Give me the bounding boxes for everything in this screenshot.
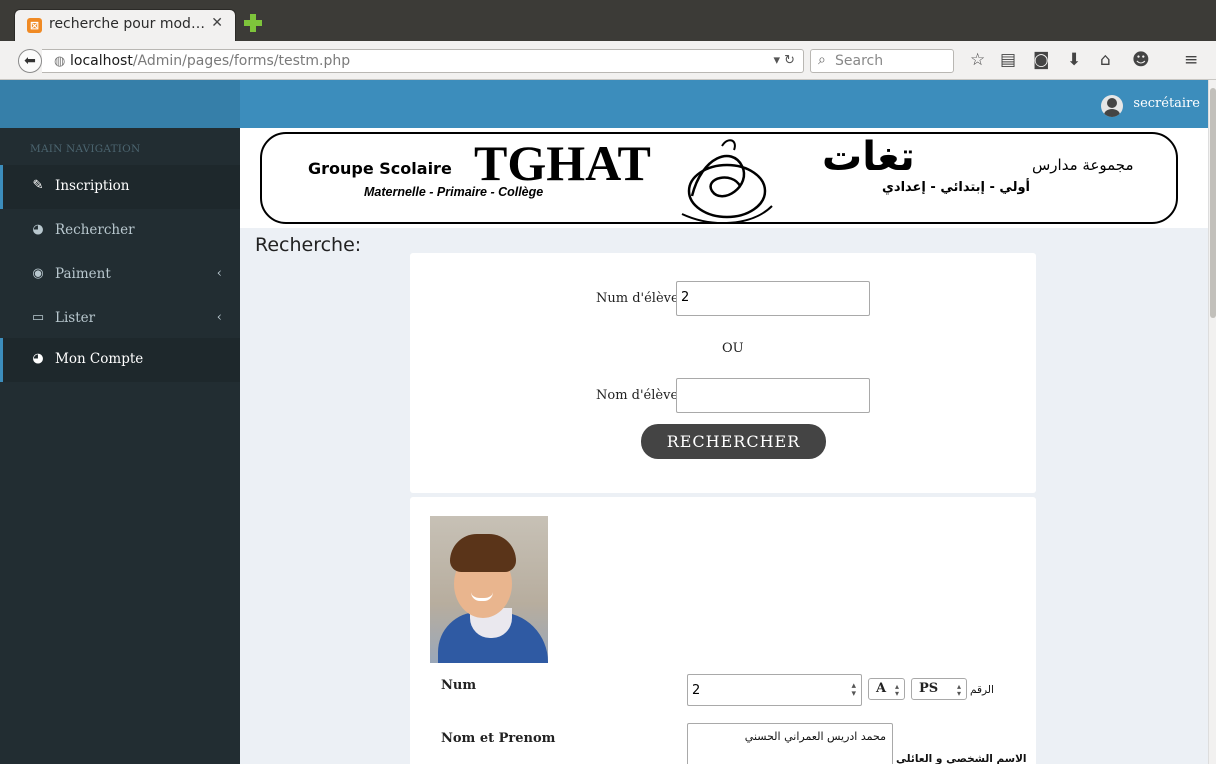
full-name-textarea[interactable]: محمد ادريس العمراني الحسني [687,723,893,764]
banner-frame: Groupe Scolaire TGHAT Maternelle - Prima… [260,132,1178,224]
banner-ar-name: تغات [822,134,915,180]
main-content: Groupe Scolaire TGHAT Maternelle - Prima… [240,128,1208,764]
sidebar-item-label: Inscription [55,178,130,194]
page-title: Recherche: [255,234,362,256]
new-tab-icon[interactable] [244,14,262,32]
xampp-favicon-icon: ⊠ [27,18,42,33]
globe-icon: ◍ [54,54,66,69]
user-name[interactable]: secrétaire [1133,96,1200,111]
pie-chart-icon: ◕ [32,351,44,366]
home-icon[interactable]: ⌂ [1100,51,1111,69]
chevron-left-icon: ‹ [216,266,222,281]
page-scrollbar[interactable] [1208,80,1216,764]
sidebar-item-lister[interactable]: ▭ Lister ‹ [0,297,240,341]
edit-icon: ✎ [32,178,44,193]
banner-ar-prefix: مجموعة مدارس [1032,156,1134,174]
name-label: Nom et Prenom [441,731,556,746]
banner-fr-levels: Maternelle - Primaire - Collège [364,185,544,199]
student-photo [430,516,548,663]
chat-icon[interactable]: ☻ [1132,51,1150,69]
screen: ⊠ recherche pour mod… ✕ ⬅ ◍ localhost/Ad… [0,0,1216,764]
rechercher-button[interactable]: RECHERCHER [641,424,826,459]
menu-icon[interactable]: ≡ [1184,51,1198,69]
browser-tab-bar: ⊠ recherche pour mod… ✕ [0,0,1216,41]
browser-nav-bar: ⬅ ◍ localhost/Admin/pages/forms/testm.ph… [0,41,1216,80]
sidebar-item-paiment[interactable]: ◉ Paiment ‹ [0,253,240,297]
reload-icon[interactable]: ▾ ↻ [773,53,795,68]
banner-fr-prefix: Groupe Scolaire [308,159,452,178]
arabic-num-label: الرقم [970,684,994,696]
url-text: localhost/Admin/pages/forms/testm.php [70,53,351,69]
header-logo-area[interactable] [0,80,240,128]
school-banner: Groupe Scolaire TGHAT Maternelle - Prima… [240,128,1208,228]
sidebar-item-inscription[interactable]: ✎ Inscription [0,165,240,209]
spinner-arrows-icon[interactable]: ▴ ▾ [851,682,856,699]
browser-tab[interactable]: ⊠ recherche pour mod… ✕ [14,9,236,41]
search-placeholder: Search [835,53,884,69]
select-arrows-icon: ▴ ▾ [894,682,899,698]
banner-fr-name: TGHAT [474,135,651,191]
arabic-name-label: الاسم الشخصي و العائلي [896,753,1027,764]
num-eleve-label: Num d'élève [596,291,679,306]
download-icon[interactable]: ⬇ [1067,51,1081,69]
sidebar-section-title: MAIN NAVIGATION [30,143,141,155]
laptop-icon: ▭ [31,310,45,325]
level-select[interactable]: PS ▴ ▾ [911,678,967,700]
back-arrow-icon[interactable]: ⬅ [18,49,42,73]
tab-title: recherche pour mod… [49,16,205,32]
user-avatar[interactable] [1101,95,1123,117]
sidebar-item-label: Paiment [55,266,111,282]
sidebar-item-mon-compte[interactable]: ◕ Mon Compte [0,338,240,382]
nom-eleve-label: Nom d'élève [596,388,679,403]
reading-list-icon[interactable]: ▤ [1000,51,1016,69]
app-header: secrétaire [0,80,1216,128]
num-label: Num [441,678,477,693]
search-input[interactable]: ⌕ Search [810,49,954,73]
select-arrows-icon: ▴ ▾ [956,682,961,698]
scrollbar-thumb[interactable] [1210,88,1216,318]
banner-ar-levels: أولي - إبتدائي - إعدادي [882,180,1030,195]
sidebar: MAIN NAVIGATION ✎ Inscription ◕ Recherch… [0,128,240,764]
sidebar-item-rechercher[interactable]: ◕ Rechercher [0,209,240,253]
class-letter-select[interactable]: A ▴ ▾ [868,678,905,700]
student-result-box: Num 2 ▴ ▾ A ▴ ▾ PS ▴ ▾ الرقم Nom et Prenom … [410,497,1036,764]
school-emblem-icon [681,139,773,224]
num-eleve-input[interactable]: 2 [676,281,870,316]
level-value: PS [919,681,939,696]
num-stepper[interactable]: 2 ▴ ▾ [687,674,862,706]
pie-chart-icon: ◕ [32,222,44,237]
or-text: OU [722,341,744,356]
num-value: 2 [692,683,701,698]
pocket-icon[interactable]: ◙ [1033,51,1050,69]
sidebar-item-label: Rechercher [55,222,135,238]
url-bar[interactable]: ◍ localhost/Admin/pages/forms/testm.php … [42,49,804,73]
dashboard-icon: ◉ [32,266,44,281]
nom-eleve-input[interactable] [676,378,870,413]
class-letter-value: A [876,681,887,696]
sidebar-item-label: Lister [55,310,96,326]
sidebar-item-label: Mon Compte [55,351,144,367]
search-form-box: Num d'élève 2 OU Nom d'élève RECHERCHER [410,253,1036,493]
chevron-left-icon: ‹ [216,310,222,325]
bookmark-star-icon[interactable]: ☆ [970,51,985,69]
close-tab-icon[interactable]: ✕ [211,15,223,31]
search-icon: ⌕ [818,52,826,68]
